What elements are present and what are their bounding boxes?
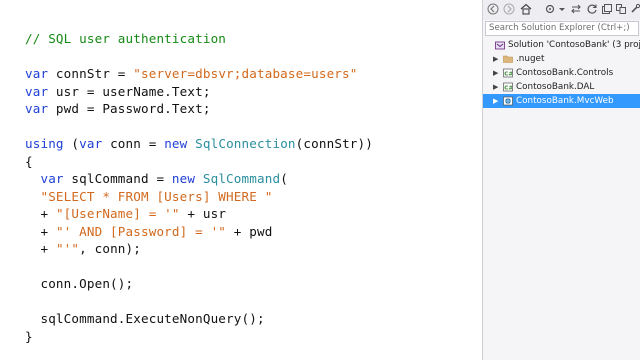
solution-icon bbox=[495, 40, 505, 50]
tree-item-label: .nuget bbox=[516, 54, 545, 64]
tree-item-label: Solution 'ContosoBank' (3 projects) bbox=[508, 40, 640, 50]
collapse-all-icon[interactable] bbox=[600, 2, 614, 16]
expand-arrow-icon[interactable]: ▶ bbox=[493, 52, 501, 66]
code-line[interactable]: sqlCommand.ExecuteNonQuery(); bbox=[25, 310, 373, 328]
code-token: new bbox=[171, 171, 196, 186]
csharp-project-icon: C# bbox=[503, 68, 513, 78]
code-token: var bbox=[25, 83, 49, 99]
tree-item-label: ContosoBank.DAL bbox=[516, 82, 595, 92]
expand-arrow-icon[interactable]: ▶ bbox=[493, 80, 501, 94]
code-token: "[UserName] = '" bbox=[55, 206, 180, 221]
code-token: SqlCommand bbox=[202, 171, 281, 186]
code-token: usr = userName.Text; bbox=[48, 83, 211, 99]
code-token: conn.Open(); bbox=[25, 276, 134, 291]
back-icon[interactable] bbox=[486, 2, 500, 16]
code-line[interactable]: + "[UserName] = '" + usr bbox=[25, 205, 373, 223]
tree-item-label: ContosoBank.MvcWeb bbox=[516, 96, 614, 106]
code-token: + bbox=[25, 223, 56, 239]
solution-tree: Solution 'ContosoBank' (3 projects) ▶ .nug… bbox=[483, 38, 640, 108]
code-token: } bbox=[25, 328, 33, 344]
expand-arrow-icon[interactable]: ▶ bbox=[493, 94, 501, 108]
code-token: "'" bbox=[55, 241, 80, 256]
show-all-files-icon[interactable] bbox=[614, 2, 628, 16]
code-line[interactable]: using (var conn = new SqlConnection(conn… bbox=[25, 135, 373, 153]
code-line[interactable]: var pwd = Password.Text; bbox=[25, 100, 373, 118]
code-editor[interactable]: // SQL user authentication var connStr =… bbox=[0, 0, 482, 360]
code-token: , conn); bbox=[79, 241, 141, 256]
home-icon[interactable] bbox=[519, 2, 533, 16]
code-token: SqlConnection bbox=[195, 136, 296, 151]
code-token: + pwd bbox=[226, 223, 273, 239]
code-token: (connStr)) bbox=[295, 136, 373, 151]
code-token: using bbox=[25, 136, 64, 151]
tree-item[interactable]: ▶ C# ContosoBank.DAL bbox=[483, 80, 640, 94]
code-line[interactable]: var connStr = "server=dbsvr;database=use… bbox=[25, 65, 373, 83]
code-token: + bbox=[25, 241, 56, 256]
code-line[interactable] bbox=[25, 118, 373, 136]
code-line[interactable]: + "'", conn); bbox=[25, 240, 373, 258]
code-token: var bbox=[25, 66, 49, 81]
sync-icon[interactable] bbox=[569, 2, 583, 16]
csharp-project-icon: C# bbox=[503, 82, 513, 92]
tree-item[interactable]: ▶ C# ContosoBank.Controls bbox=[483, 66, 640, 80]
folder-icon bbox=[503, 54, 513, 64]
forward-icon[interactable] bbox=[502, 2, 516, 16]
code-token: sqlCommand.ExecuteNonQuery(); bbox=[25, 311, 265, 326]
code-token: "SELECT * FROM [Users] WHERE " bbox=[40, 188, 273, 204]
tree-item[interactable]: Solution 'ContosoBank' (3 projects) bbox=[483, 38, 640, 52]
code-token: { bbox=[25, 153, 33, 169]
dropdown-icon[interactable] bbox=[555, 2, 569, 16]
code-line[interactable]: conn.Open(); bbox=[25, 275, 373, 293]
code-token: new bbox=[164, 136, 188, 151]
code-token: sqlCommand = bbox=[63, 171, 172, 186]
refresh-icon[interactable] bbox=[585, 2, 599, 16]
svg-text:C#: C# bbox=[504, 72, 513, 78]
solution-explorer-toolbar bbox=[483, 0, 640, 20]
code-line[interactable]: "SELECT * FROM [Users] WHERE " bbox=[25, 188, 373, 206]
search-input[interactable]: Search Solution Explorer (Ctrl+;) bbox=[485, 21, 639, 36]
code-token: "' AND [Password] = '" bbox=[55, 223, 227, 239]
code-line[interactable] bbox=[25, 293, 373, 311]
code-token: var bbox=[40, 171, 64, 186]
solution-explorer: Search Solution Explorer (Ctrl+;) Soluti… bbox=[482, 0, 640, 360]
code-line[interactable]: + "' AND [Password] = '" + pwd bbox=[25, 223, 373, 241]
code-token: connStr = bbox=[48, 66, 134, 81]
code-token: ( bbox=[280, 171, 288, 186]
code-line[interactable]: { bbox=[25, 153, 373, 171]
tree-item[interactable]: ▶ ContosoBank.MvcWeb bbox=[483, 94, 640, 108]
code-line[interactable] bbox=[25, 258, 373, 276]
code-token: // SQL user authentication bbox=[25, 31, 227, 46]
search-placeholder: Search Solution Explorer (Ctrl+;) bbox=[489, 23, 630, 33]
code-token: "server=dbsvr;database=users" bbox=[133, 66, 358, 81]
code-token: pwd = Password.Text; bbox=[48, 101, 211, 116]
code-token: + bbox=[25, 206, 56, 221]
tree-item[interactable]: ▶ .nuget bbox=[483, 52, 640, 66]
expand-arrow-icon[interactable]: ▶ bbox=[493, 66, 501, 80]
web-project-icon bbox=[503, 96, 513, 106]
code-line[interactable]: var usr = userName.Text; bbox=[25, 83, 373, 101]
tree-item-label: ContosoBank.Controls bbox=[516, 68, 614, 78]
code-token: ( bbox=[63, 136, 80, 151]
code-token: conn = bbox=[102, 136, 165, 151]
code-line[interactable]: var sqlCommand = new SqlCommand( bbox=[25, 170, 373, 188]
code-token: + usr bbox=[179, 206, 227, 221]
svg-text:C#: C# bbox=[504, 86, 513, 92]
code-token: var bbox=[25, 101, 49, 116]
code-line[interactable]: } bbox=[25, 328, 373, 346]
code-line[interactable] bbox=[25, 48, 373, 66]
code-token: var bbox=[79, 136, 103, 151]
properties-icon[interactable] bbox=[628, 2, 640, 16]
code-text[interactable]: // SQL user authentication var connStr =… bbox=[25, 30, 373, 345]
code-line[interactable]: // SQL user authentication bbox=[25, 30, 373, 48]
